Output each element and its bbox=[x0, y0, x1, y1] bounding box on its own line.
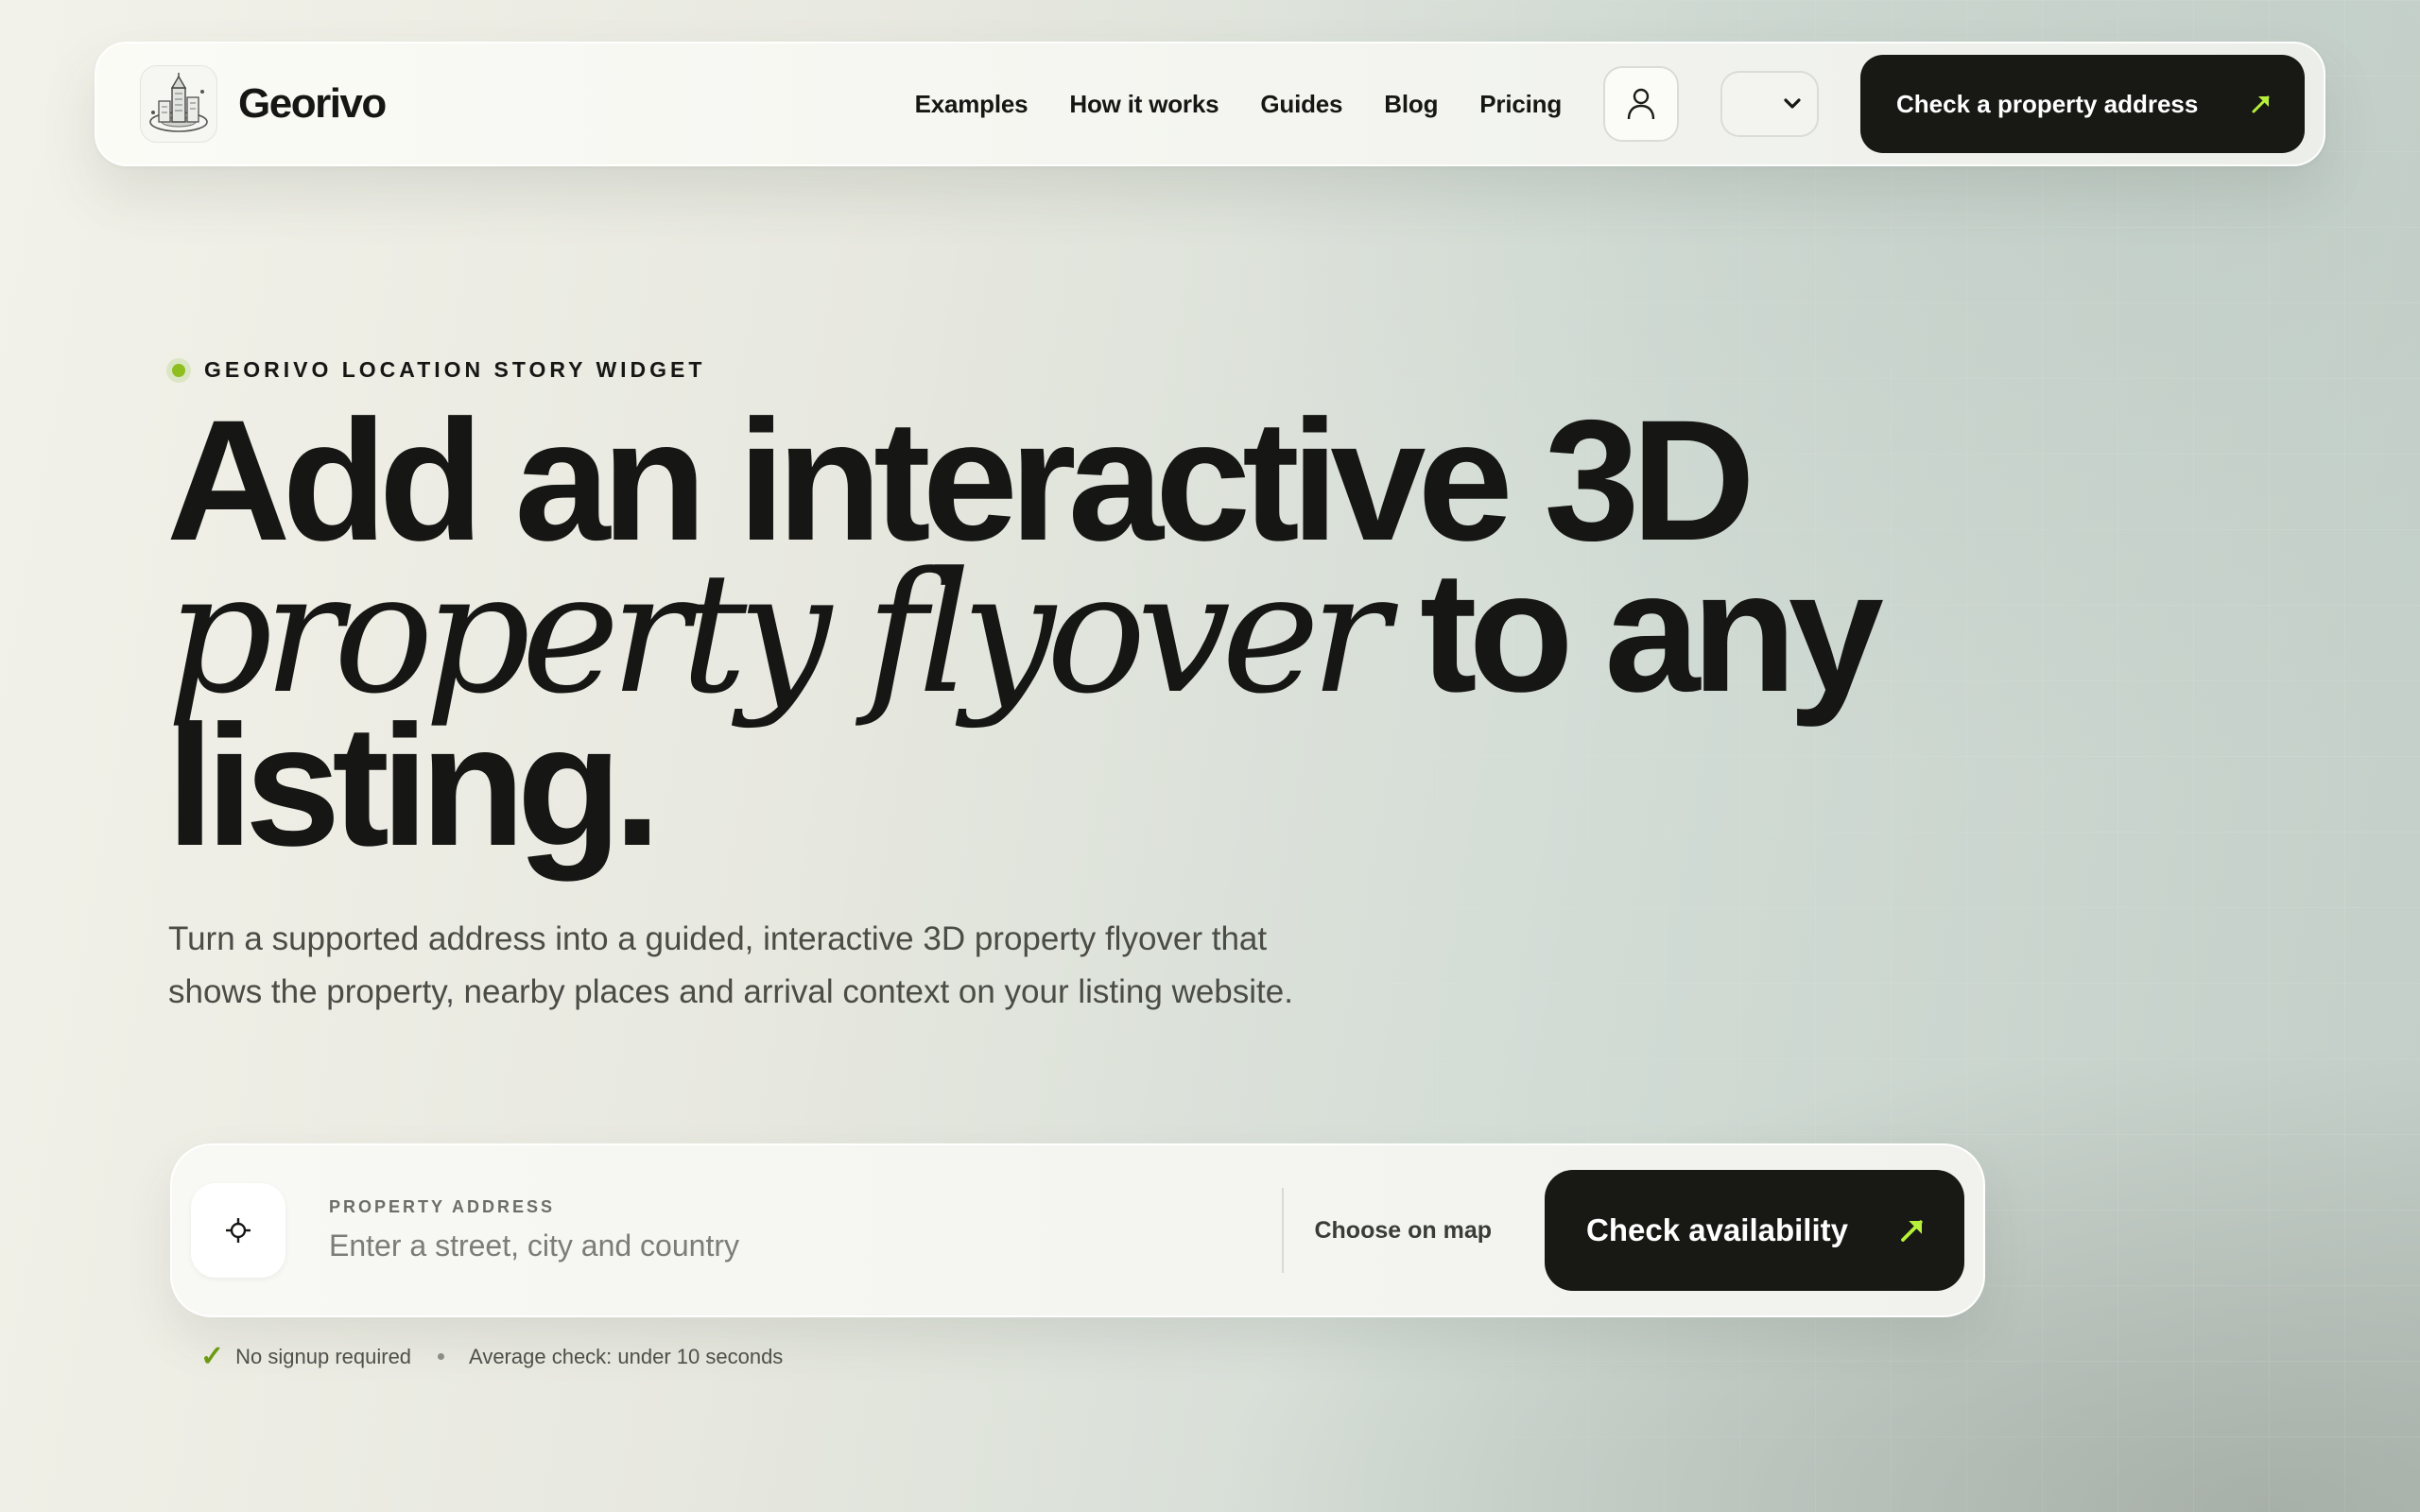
meta-no-signup: No signup required bbox=[235, 1344, 412, 1368]
nav-link-examples[interactable]: Examples bbox=[915, 90, 1028, 119]
search-meta: ✓ No signup required Average check: unde… bbox=[200, 1340, 783, 1373]
search-divider bbox=[1282, 1188, 1285, 1273]
nav-link-blog[interactable]: Blog bbox=[1384, 90, 1438, 119]
meta-separator bbox=[438, 1353, 445, 1360]
main-nav: Examples How it works Guides Blog Pricin… bbox=[915, 55, 2305, 153]
nav-link-guides[interactable]: Guides bbox=[1260, 90, 1342, 119]
eyebrow-text: GEORIVO LOCATION STORY WIDGET bbox=[204, 357, 706, 382]
arrow-up-right-icon bbox=[2252, 95, 2270, 113]
nav-link-how-it-works[interactable]: How it works bbox=[1069, 90, 1219, 119]
language-select[interactable] bbox=[1720, 71, 1819, 137]
address-field: PROPERTY ADDRESS bbox=[329, 1197, 1283, 1263]
check-address-label: Check a property address bbox=[1896, 89, 2199, 118]
crosshair-icon bbox=[226, 1218, 251, 1243]
headline-line-3: listing. bbox=[166, 689, 661, 882]
address-search-bar: PROPERTY ADDRESS Choose on map Check ava… bbox=[170, 1143, 1985, 1317]
hero-eyebrow: GEORIVO LOCATION STORY WIDGET bbox=[166, 357, 705, 383]
account-button[interactable] bbox=[1603, 66, 1679, 142]
arrow-up-right-icon bbox=[1901, 1220, 1923, 1242]
headline-line-2: property flyover to any bbox=[166, 545, 1884, 717]
city-tower-logo-icon bbox=[149, 73, 208, 132]
headline-line-2-rest: to any bbox=[1419, 535, 1884, 728]
locate-button[interactable] bbox=[191, 1183, 285, 1278]
user-icon bbox=[1627, 88, 1655, 120]
hero-headline: Add an interactive 3D property flyover t… bbox=[166, 384, 1884, 882]
check-availability-button[interactable]: Check availability bbox=[1545, 1170, 1964, 1291]
hero-subtext: Turn a supported address into a guided, … bbox=[168, 920, 1293, 1010]
checkmark-icon: ✓ bbox=[200, 1341, 225, 1372]
meta-average-check: Average check: under 10 seconds bbox=[469, 1344, 784, 1368]
address-field-label: PROPERTY ADDRESS bbox=[329, 1197, 556, 1216]
headline-line-1: Add an interactive 3D bbox=[166, 384, 1755, 576]
choose-on-map-link[interactable]: Choose on map bbox=[1314, 1217, 1492, 1245]
check-availability-label: Check availability bbox=[1586, 1212, 1848, 1247]
brand-logo[interactable] bbox=[140, 65, 217, 143]
site-header: Georivo Examples How it works Guides Blo… bbox=[95, 42, 2325, 166]
nav-link-pricing[interactable]: Pricing bbox=[1479, 90, 1562, 119]
status-dot-icon bbox=[166, 357, 191, 383]
brand-name[interactable]: Georivo bbox=[238, 80, 387, 128]
chevron-down-icon bbox=[1784, 98, 1801, 109]
check-address-button[interactable]: Check a property address bbox=[1860, 55, 2305, 153]
address-input[interactable] bbox=[329, 1228, 1283, 1263]
